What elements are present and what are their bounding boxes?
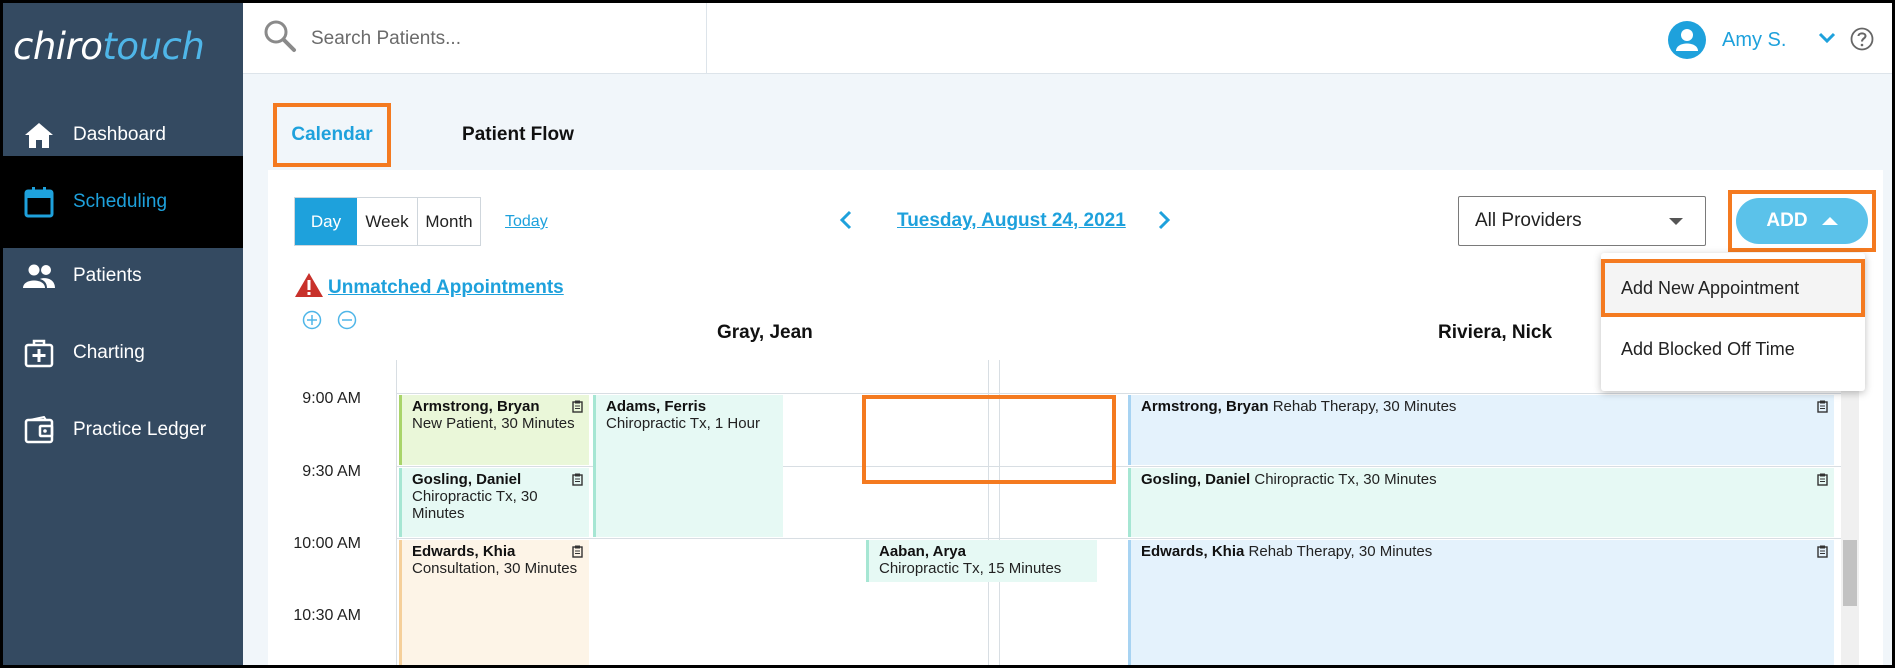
avatar[interactable] (1668, 21, 1706, 59)
clipboard-icon[interactable] (1817, 400, 1828, 417)
appointment-card[interactable]: Aaban, Arya Chiropractic Tx, 15 Minutes (866, 540, 1097, 582)
wallet-icon (21, 412, 57, 448)
time-label: 10:30 AM (293, 607, 361, 624)
time-label: 10:00 AM (293, 535, 361, 552)
top-bar: Amy S. (243, 3, 1892, 74)
chevron-down-icon[interactable] (1818, 31, 1836, 49)
chevron-right-icon[interactable] (1157, 210, 1171, 235)
help-icon[interactable] (1850, 27, 1874, 56)
appointment-card[interactable]: Edwards, Khia Rehab Therapy, 30 Minutes (1128, 540, 1834, 665)
clipboard-icon[interactable] (572, 400, 583, 417)
time-label: 9:30 AM (302, 463, 361, 480)
sidebar-item-practice-ledger[interactable]: Practice Ledger (3, 384, 243, 476)
tab-patient-flow[interactable]: Patient Flow (443, 103, 593, 167)
add-blocked-off-time-item[interactable]: Add Blocked Off Time (1601, 320, 1865, 378)
appointment-card[interactable]: Armstrong, Bryan New Patient, 30 Minutes (399, 395, 589, 465)
sidebar-item-label: Practice Ledger (73, 419, 207, 440)
tab-calendar[interactable]: Calendar (273, 103, 391, 167)
appointment-card[interactable]: Gosling, Daniel Chiropractic Tx, 30 Minu… (399, 468, 589, 537)
month-view-button[interactable]: Month (418, 198, 480, 245)
add-button[interactable]: ADD (1736, 198, 1868, 244)
add-button-highlight: ADD (1728, 190, 1876, 252)
appointment-card[interactable]: Armstrong, Bryan Rehab Therapy, 30 Minut… (1128, 395, 1834, 465)
unmatched-appointments-link[interactable]: Unmatched Appointments (328, 277, 564, 299)
clipboard-icon[interactable] (1817, 545, 1828, 562)
caret-down-icon (1669, 218, 1683, 225)
calendar-icon (21, 184, 57, 220)
sidebar: chirotouch Dashboard Scheduling Patients (3, 3, 243, 665)
warning-icon (294, 271, 324, 305)
sidebar-item-label: Patients (73, 265, 142, 286)
calendar-panel: Day Week Month Today Tuesday, August 24,… (268, 170, 1883, 665)
week-view-button[interactable]: Week (357, 198, 418, 245)
providers-select[interactable]: All Providers (1458, 196, 1706, 246)
provider-header-riviera: Riviera, Nick (1438, 322, 1553, 343)
sidebar-item-label: Charting (73, 342, 145, 363)
home-icon (21, 117, 57, 153)
appointment-card[interactable]: Gosling, Daniel Chiropractic Tx, 30 Minu… (1128, 468, 1834, 537)
clipboard-icon[interactable] (572, 545, 583, 562)
search-icon[interactable] (263, 19, 297, 58)
provider-header-gray: Gray, Jean (717, 322, 813, 343)
appointment-card[interactable]: Adams, Ferris Chiropractic Tx, 1 Hour (593, 395, 783, 537)
grid-line (396, 360, 397, 665)
empty-slot-highlight[interactable] (862, 395, 1116, 484)
current-date[interactable]: Tuesday, August 24, 2021 (897, 210, 1126, 232)
chirotouch-logo: chirotouch (13, 25, 205, 68)
zoom-out-icon[interactable] (337, 310, 357, 335)
time-label: 9:00 AM (302, 390, 361, 407)
scrollbar-thumb[interactable] (1843, 540, 1857, 606)
appointment-card[interactable]: Edwards, Khia Consultation, 30 Minutes (399, 540, 589, 665)
grid-line (396, 393, 1841, 394)
user-menu[interactable]: Amy S. (1668, 21, 1836, 59)
add-dropdown-menu: Add New Appointment Add Blocked Off Time (1601, 253, 1865, 391)
medical-case-icon (21, 335, 57, 371)
zoom-in-icon[interactable] (302, 310, 322, 335)
search-input[interactable] (311, 27, 691, 50)
today-link[interactable]: Today (505, 213, 548, 231)
view-toggle: Day Week Month (294, 197, 481, 246)
sidebar-item-label: Scheduling (73, 191, 168, 212)
day-view-button[interactable]: Day (295, 198, 357, 245)
sidebar-item-label: Dashboard (73, 124, 166, 145)
people-icon (21, 258, 57, 294)
providers-select-value: All Providers (1475, 210, 1582, 231)
clipboard-icon[interactable] (572, 473, 583, 490)
app-window: chirotouch Dashboard Scheduling Patients (3, 3, 1892, 665)
clipboard-icon[interactable] (1817, 473, 1828, 490)
scrollbar[interactable] (1841, 360, 1859, 665)
caret-up-icon (1821, 217, 1838, 225)
search-box (243, 3, 707, 74)
chevron-left-icon[interactable] (839, 210, 853, 235)
schedule-grid: 9:00 AM 9:30 AM 10:00 AM 10:30 AM Armstr… (268, 360, 1883, 665)
user-name[interactable]: Amy S. (1722, 29, 1786, 52)
grid-line (396, 538, 1841, 539)
unmatched-appointments: Unmatched Appointments (294, 271, 564, 305)
add-new-appointment-item[interactable]: Add New Appointment (1601, 259, 1865, 317)
